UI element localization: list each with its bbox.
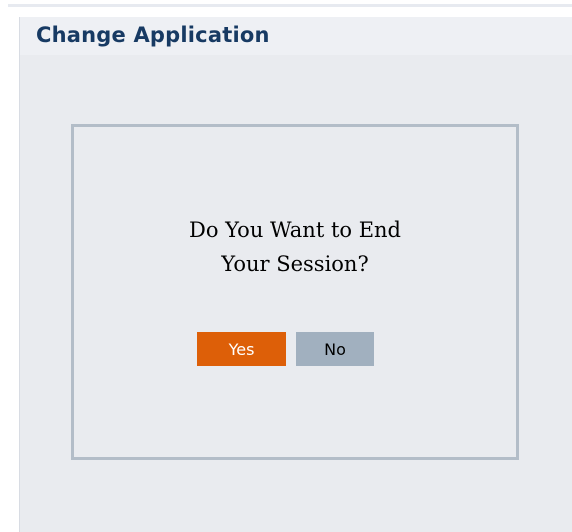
change-application-panel: Change Application Do You Want to End Yo… (19, 17, 572, 532)
end-session-prompt: Do You Want to End Your Session? (74, 213, 516, 281)
prompt-line-2: Your Session? (221, 252, 369, 276)
end-session-dialog: Do You Want to End Your Session? Yes No (71, 124, 519, 460)
panel-title: Change Application (36, 23, 270, 47)
no-button[interactable]: No (296, 332, 374, 366)
top-divider (8, 4, 572, 7)
yes-button[interactable]: Yes (197, 332, 286, 366)
panel-header: Change Application (20, 17, 572, 55)
prompt-line-1: Do You Want to End (188, 218, 401, 242)
